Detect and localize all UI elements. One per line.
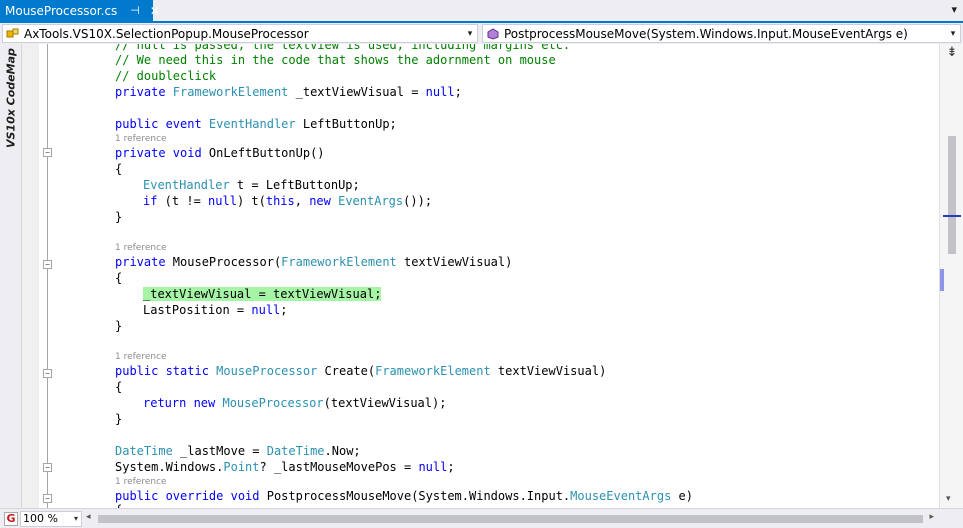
code-line: private FrameworkElement _textViewVisual…: [115, 85, 462, 99]
code-line: EventHandler t = LeftButtonUp;: [143, 178, 360, 192]
outlining-margin: − − − − −: [39, 44, 57, 508]
scroll-right-icon[interactable]: ▸: [929, 512, 934, 522]
scrollbar-thumb[interactable]: [948, 136, 956, 254]
method-icon: [485, 27, 501, 41]
tab-overflow-dropdown-icon[interactable]: ▾: [951, 3, 957, 16]
code-line: // We need this in the code that shows t…: [115, 53, 556, 67]
codelens-references[interactable]: 1 reference: [115, 133, 167, 145]
tab-mouseprocessor-cs[interactable]: MouseProcessor.cs ⊣ ✕: [0, 0, 160, 21]
code-line: private void OnLeftButtonUp(): [115, 146, 325, 160]
code-line: }: [115, 210, 123, 224]
code-line: public event EventHandler LeftButtonUp;: [115, 117, 397, 131]
outline-guide: [47, 44, 48, 508]
scroll-change-marker: [940, 269, 944, 291]
code-line: if (t != null) t(this, new EventArgs());: [143, 194, 433, 208]
navigation-bar: AxTools.VS10X.SelectionPopup.MouseProces…: [0, 23, 963, 44]
code-editor[interactable]: − − − − − // null is passed, the textvie…: [22, 44, 939, 508]
codelens-references[interactable]: 1 reference: [115, 351, 167, 363]
highlighted-statement: _textViewVisual = textViewVisual;: [143, 287, 382, 301]
code-line: // doubleclick: [115, 69, 217, 83]
tab-title: MouseProcessor.cs: [5, 3, 118, 18]
pin-icon[interactable]: ⊣: [130, 4, 140, 17]
class-icon: [5, 27, 21, 41]
code-line: {: [115, 380, 123, 394]
class-combo-text: AxTools.VS10X.SelectionPopup.MouseProces…: [24, 26, 309, 41]
zoom-level-combo[interactable]: 100 % ▾: [20, 511, 82, 527]
collapse-toggle[interactable]: −: [43, 148, 52, 157]
code-line: private MouseProcessor(FrameworkElement …: [115, 255, 513, 269]
class-combo[interactable]: AxTools.VS10X.SelectionPopup.MouseProces…: [2, 24, 478, 43]
g-icon[interactable]: G: [4, 512, 18, 526]
editor-bottom-bar: G 100 % ▾ ◂ ▸: [0, 508, 963, 528]
vertical-scrollbar[interactable]: ⇟ ▾: [939, 44, 963, 508]
code-line: }: [115, 319, 123, 333]
code-line: LastPosition = null;: [143, 303, 288, 317]
codemap-label: VS10x CodeMap: [4, 48, 18, 148]
collapse-toggle[interactable]: −: [43, 369, 52, 378]
code-line: }: [115, 412, 123, 426]
codemap-panel-tab[interactable]: VS10x CodeMap: [0, 44, 22, 508]
code-line: System.Windows.Point? _lastMouseMovePos …: [115, 460, 455, 474]
collapse-toggle[interactable]: −: [43, 494, 52, 503]
horizontal-scrollbar[interactable]: ◂ ▸: [86, 512, 934, 525]
code-line: _textViewVisual = textViewVisual;: [143, 286, 382, 302]
code-line: DateTime _lastMove = DateTime.Now;: [115, 444, 361, 458]
member-combo-text: PostprocessMouseMove(System.Windows.Inpu…: [504, 26, 908, 41]
codelens-references[interactable]: 1 reference: [115, 476, 167, 488]
zoom-value: 100 %: [23, 512, 58, 525]
collapse-toggle[interactable]: −: [43, 463, 52, 472]
scroll-left-icon[interactable]: ◂: [86, 512, 91, 522]
code-line: public static MouseProcessor Create(Fram…: [115, 364, 607, 378]
code-line: public override void PostprocessMouseMov…: [115, 489, 693, 503]
collapse-toggle[interactable]: −: [43, 260, 52, 269]
chevron-down-icon[interactable]: ▾: [946, 29, 960, 39]
caret-position-marker: [943, 215, 961, 217]
document-tab-strip: MouseProcessor.cs ⊣ ✕ ▾: [0, 0, 963, 23]
split-window-icon[interactable]: ⇟: [944, 45, 960, 61]
member-combo[interactable]: PostprocessMouseMove(System.Windows.Inpu…: [482, 24, 961, 43]
codelens-references[interactable]: 1 reference: [115, 242, 167, 254]
code-line: {: [115, 162, 123, 176]
indicator-margin: [22, 44, 39, 508]
chevron-down-icon[interactable]: ▾: [74, 512, 78, 526]
close-icon[interactable]: ✕: [150, 4, 160, 18]
scroll-down-icon[interactable]: ▾: [946, 494, 951, 504]
chevron-down-icon[interactable]: ▾: [463, 29, 477, 39]
code-line: return new MouseProcessor(textViewVisual…: [143, 396, 447, 410]
horizontal-scrollbar-thumb[interactable]: [98, 515, 923, 523]
code-line: {: [115, 271, 123, 285]
